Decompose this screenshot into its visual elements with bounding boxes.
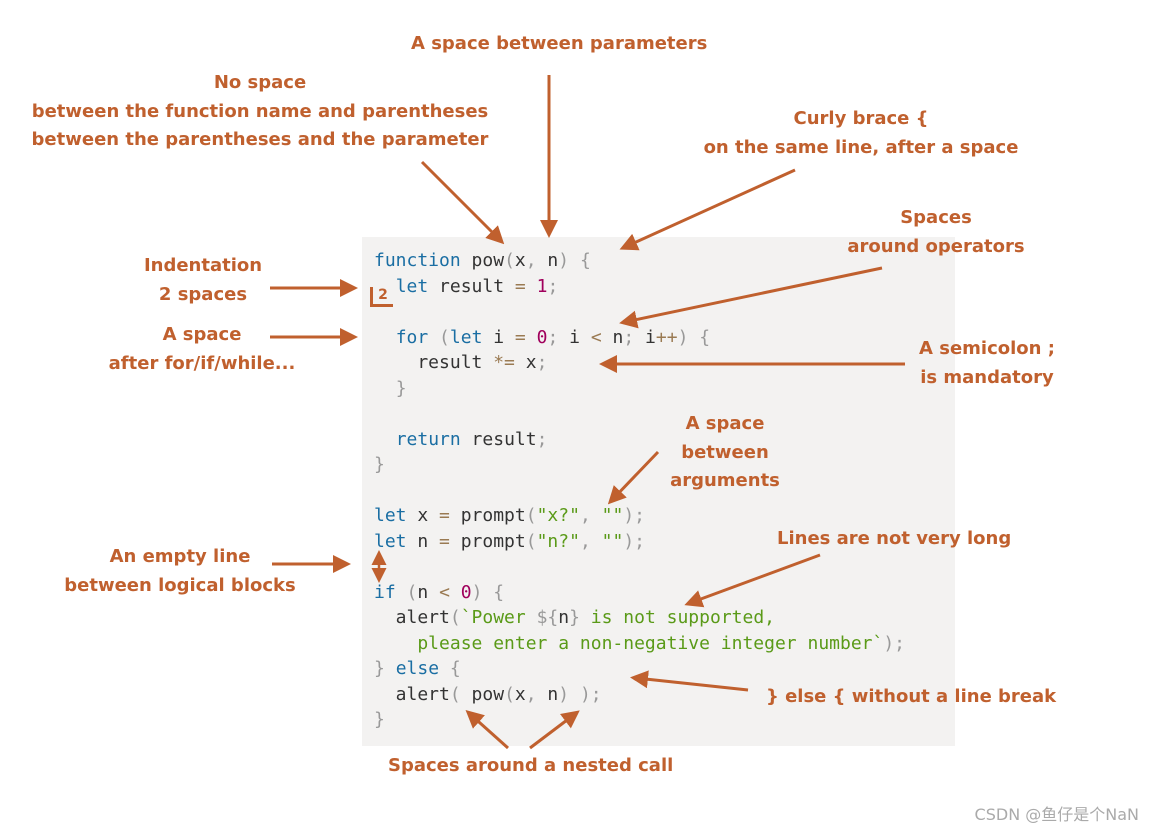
arrow-no-space — [420, 160, 505, 245]
arrow-args — [607, 450, 660, 505]
arrows-layer — [270, 75, 905, 750]
arrow-nested-left — [465, 709, 510, 750]
arrow-operators — [619, 266, 883, 329]
arrow-curly — [619, 168, 796, 251]
arrow-else — [630, 670, 749, 692]
arrow-long-lines — [684, 553, 821, 608]
watermark: CSDN @鱼仔是个NaN — [974, 805, 1139, 824]
arrow-nested-right — [529, 710, 580, 750]
